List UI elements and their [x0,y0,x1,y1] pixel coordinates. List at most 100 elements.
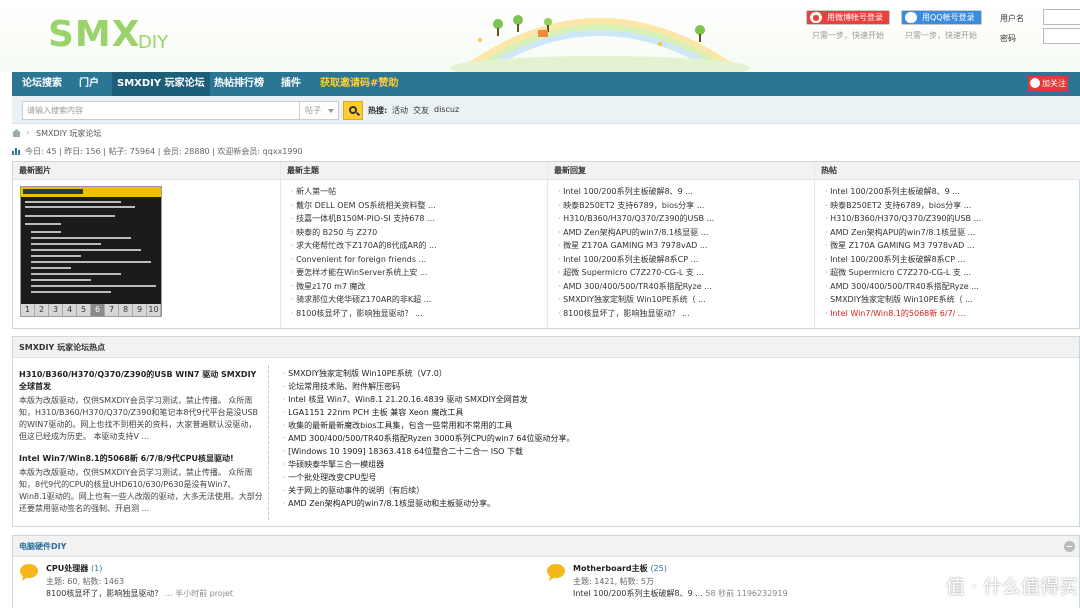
weibo-icon: ● [810,12,822,23]
new-topic-link[interactable]: 求大佬帮忙改下Z170A的8代成AR的 ... [291,239,547,253]
thumbnail-pager: 1 2 3 4 5 6 7 8 9 10 [21,304,161,316]
speech-bubble-icon [20,564,38,581]
forum-last-post-link[interactable]: Intel 100/200系列主板破解8、9 ... [573,589,703,598]
latest-image-thumbnail[interactable]: 1 2 3 4 5 6 7 8 9 10 [20,186,162,317]
collapse-icon[interactable] [1064,541,1075,552]
hot-post-link[interactable]: H310/B360/H370/Q370/Z390的USB ... [825,212,1080,226]
featured-post-title[interactable]: H310/B360/H370/Q370/Z390的USB WIN7 驱动 SMX… [19,369,263,393]
hotspot-link[interactable]: [Windows 10 1909] 18363.418 64位整合二十二合一 I… [283,445,575,458]
home-icon[interactable] [12,129,21,137]
nav-item-smxdiy-forum[interactable]: SMXDIY 玩家论坛 [112,72,210,96]
forum-name[interactable]: Motherboard主板 (25) [573,563,667,574]
hot-post-link[interactable]: 超微 Supermicro C7Z270-CG-L 支 ... [825,266,1080,280]
new-reply-link[interactable]: 微星 Z170A GAMING M3 7978vAD ... [558,239,814,253]
pager-item[interactable]: 10 [147,304,161,316]
new-topic-link[interactable]: 微星z170 m7 魔改 [291,280,547,294]
new-topic-link[interactable]: 技嘉一体机B150M-PIO-SI 支持678 ... [291,212,547,226]
password-input[interactable] [1043,28,1080,44]
search-input[interactable]: 请输入搜索内容 [22,101,300,120]
new-reply-link[interactable]: 超微 Supermicro C7Z270-CG-L 支 ... [558,266,814,280]
hotspot-link[interactable]: AMD 300/400/500/TR40系搭配Ryzen 3000系列CPU的w… [283,432,574,445]
pager-item[interactable]: 7 [105,304,119,316]
pager-item[interactable]: 8 [119,304,133,316]
pager-item[interactable]: 3 [49,304,63,316]
hot-post-link[interactable]: Intel 100/200系列主板破解8系CP ... [825,253,1080,267]
hot-posts-list: Intel 100/200系列主板破解8、9 ... 映泰B250ET2 支持6… [815,180,1080,320]
featured-post-title[interactable]: Intel Win7/Win8.1的5068新 6/7/8/9代CPU核显驱动! [19,453,263,465]
hot-post-link[interactable]: Intel 100/200系列主板破解8、9 ... [825,185,1080,199]
main-nav: 论坛搜索 门户 SMXDIY 玩家论坛 热帖排行榜 插件 获取邀请码#赞助 加关… [12,72,1080,96]
hotspot-link[interactable]: SMXDIY独家定制版 Win10PE系统（V7.0） [283,367,575,380]
qq-login-label: 用QQ帐号登录 [922,13,975,22]
new-topic-link[interactable]: 骑求那位大佬华硕Z170AR的非K超 ... [291,293,547,307]
hotspot-link[interactable]: 一个批处理改变CPU型号 [283,471,575,484]
weibo-login-hint[interactable]: 只需一步，快速开始 [812,30,884,41]
hotspot-link[interactable]: 华硕映泰华擎三合一模组器 [283,458,575,471]
forum-last-post-meta: 58 秒前 1196232919 [705,589,788,598]
new-topic-link[interactable]: Convenient for foreign friends ... [291,253,547,267]
watermark-logo-icon [910,568,940,598]
stats-chart-icon [12,148,20,155]
hotspot-link[interactable]: LGA1151 22nm PCH 主板 兼容 Xeon 魔改工具 [283,406,575,419]
nav-item-forum-search[interactable]: 论坛搜索 [17,72,67,96]
hot-post-link[interactable]: 映泰B250ET2 支持6789，bios分享 ... [825,199,1080,213]
new-reply-link[interactable]: AMD Zen架构APU的win7/8.1核显驱 ... [558,226,814,240]
follow-button[interactable]: 加关注 [1028,76,1068,91]
hotspot-link[interactable]: 论坛常用技术贴、附件解压密码 [283,380,575,393]
nav-item-hot-ranking[interactable]: 热帖排行榜 [209,72,269,96]
pager-item[interactable]: 1 [21,304,35,316]
pager-item[interactable]: 2 [35,304,49,316]
forum-last-post-link[interactable]: 8100核显坏了，影响独显驱动？ [46,589,162,598]
hot-search-keyword[interactable]: 交友 [413,105,429,116]
hot-search-keyword[interactable]: discuz [434,105,459,114]
hot-post-link[interactable]: SMXDIY独家定制版 Win10PE系统（ ... [825,293,1080,307]
search-type-select[interactable]: 帖子 [299,101,339,120]
hot-post-link[interactable]: AMD Zen架构APU的win7/8.1核显驱 ... [825,226,1080,240]
hotspot-link[interactable]: AMD Zen架构APU的win7/8.1核显驱动和主板驱动分享。 [283,497,575,510]
hot-post-link[interactable]: AMD 300/400/500/TR40系搭配Ryze ... [825,280,1080,294]
new-reply-link[interactable]: AMD 300/400/500/TR40系搭配Ryze ... [558,280,814,294]
hotspot-link[interactable]: 收集的最新最新魔改bios工具集，包含一些常用和不常用的工具 [283,419,575,432]
hotspot-link[interactable]: 关于网上的驱动事件的说明（有后续） [283,484,575,497]
hot-post-link-highlighted[interactable]: Intel Win7/Win8.1的5068新 6/7/ ... [825,307,1080,321]
speech-bubble-icon [547,564,565,581]
featured-post-summary: 本版为改版驱动，仅供SMXDIY会员学习测试，禁止传播。 众所周知，H310/B… [19,396,259,441]
site-logo[interactable]: SMX [48,14,141,55]
new-reply-link[interactable]: 映泰B250ET2 支持6789，bios分享 ... [558,199,814,213]
username-input[interactable] [1043,9,1080,25]
new-reply-link[interactable]: H310/B360/H370/Q370/Z390的USB ... [558,212,814,226]
search-button[interactable] [343,101,363,120]
qq-login-button[interactable]: 用QQ帐号登录 [901,10,982,25]
nav-item-plugins[interactable]: 插件 [276,72,306,96]
latest-images-header: 最新图片 [13,162,280,180]
new-topics-header: 最新主题 [281,162,547,180]
breadcrumb-current[interactable]: SMXDIY 玩家论坛 [36,128,101,139]
hot-post-link[interactable]: 微星 Z170A GAMING M3 7978vAD ... [825,239,1080,253]
latest-images-column: 最新图片 1 2 3 4 5 6 7 8 9 10 [13,162,281,328]
new-topic-link[interactable]: 新人第一帖 [291,185,547,199]
qq-login-hint[interactable]: 只需一步，快速开始 [905,30,977,41]
new-topic-link[interactable]: 要怎样才能在WinServer系统上安 ... [291,266,547,280]
category-title[interactable]: 电脑硬件DIY [13,536,1079,557]
new-topic-link[interactable]: 映泰的 B250 与 Z270 [291,226,547,240]
nav-item-portal[interactable]: 门户 [74,72,104,96]
hotspot-link[interactable]: Intel 核显 Win7、Win8.1 21.20.16.4839 驱动 SM… [283,393,575,406]
forum-name[interactable]: CPU处理器 (1) [46,563,102,574]
hot-search-keyword[interactable]: 活动 [392,105,408,116]
site-logo-sub[interactable]: DIY [138,32,168,53]
pager-item[interactable]: 5 [77,304,91,316]
hotspot-list: SMXDIY独家定制版 Win10PE系统（V7.0） 论坛常用技术贴、附件解压… [283,367,575,510]
new-reply-link[interactable]: SMXDIY独家定制版 Win10PE系统（ ... [558,293,814,307]
forum-hotspot-title: SMXDIY 玩家论坛热点 [13,337,1079,358]
nav-item-invite-code[interactable]: 获取邀请码#赞助 [315,72,403,96]
weibo-login-button[interactable]: ● 用微博帐号登录 [806,10,890,25]
pager-item[interactable]: 4 [63,304,77,316]
new-reply-link[interactable]: 8100核显坏了，影响独显驱动？ ... [558,307,814,321]
pager-item-active[interactable]: 6 [91,304,105,316]
new-reply-link[interactable]: Intel 100/200系列主板破解8、9 ... [558,185,814,199]
new-topic-link[interactable]: 8100核显坏了，影响独显驱动？ ... [291,307,547,321]
new-topic-link[interactable]: 戴尔 DELL OEM OS系统相关资料整 ... [291,199,547,213]
pager-item[interactable]: 9 [133,304,147,316]
new-reply-link[interactable]: Intel 100/200系列主板破解8系CP ... [558,253,814,267]
weibo-icon [1030,78,1040,88]
